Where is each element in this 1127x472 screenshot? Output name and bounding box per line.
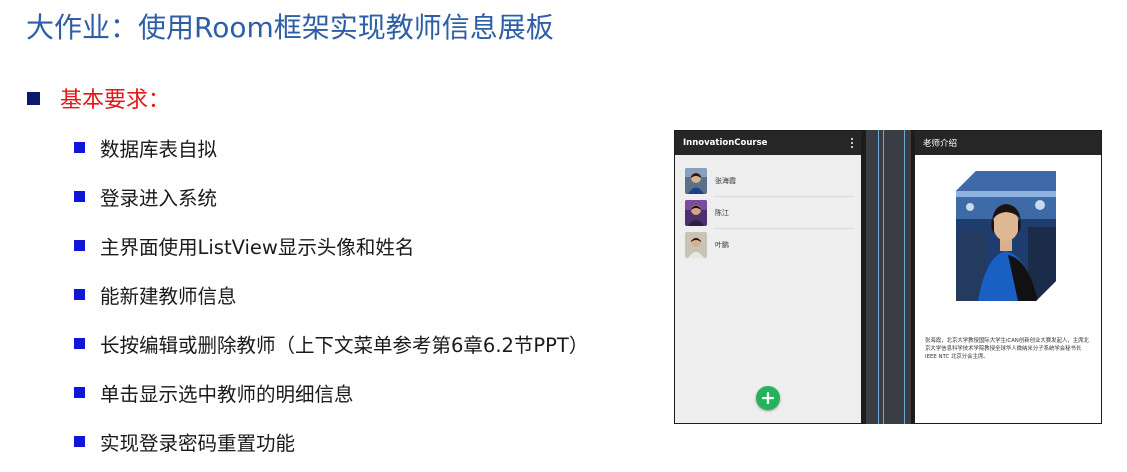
screen-divider [866, 130, 911, 424]
avatar [685, 200, 707, 226]
bullet-square-icon [74, 190, 85, 202]
requirements-list: 数据库表自拟 登录进入系统 主界面使用ListView显示头像和姓名 能新建教师… [74, 135, 588, 472]
list-item-text: 单击显示选中教师的明细信息 [100, 382, 354, 406]
teacher-name: 张海霞 [715, 177, 736, 185]
app-title: 老师介绍 [923, 139, 958, 149]
row-divider [715, 228, 853, 229]
row-divider [715, 196, 853, 197]
teacher-photo [956, 171, 1056, 301]
app-bar: InnovationCourse [675, 131, 861, 155]
bullet-square-icon [74, 435, 85, 447]
teacher-list-item[interactable]: 张海霞 [685, 166, 853, 197]
section-bullet-icon [27, 91, 40, 105]
teacher-name: 陈江 [715, 209, 729, 217]
section-heading: 基本要求： [27, 82, 170, 114]
avatar [685, 232, 707, 258]
bullet-square-icon [74, 239, 85, 251]
list-item: 实现登录密码重置功能 [74, 429, 588, 455]
teacher-list-item[interactable]: 陈江 [685, 198, 853, 229]
teacher-list-item[interactable]: 叶鹏 [685, 230, 853, 260]
app-screenshot: InnovationCourse 张海霞 陈江 叶鹏 + 老师介绍 张海霞，北京… [674, 130, 1102, 424]
app-title: InnovationCourse [683, 138, 768, 148]
bullet-square-icon [74, 386, 85, 398]
bullet-square-icon [74, 288, 85, 300]
list-item: 数据库表自拟 [74, 135, 588, 161]
teacher-name: 叶鹏 [715, 241, 729, 249]
list-item-text: 实现登录密码重置功能 [100, 431, 296, 455]
list-item: 登录进入系统 [74, 184, 588, 210]
list-item-text: 主界面使用ListView显示头像和姓名 [100, 235, 415, 259]
bullet-square-icon [74, 337, 85, 349]
bullet-square-icon [74, 141, 85, 153]
detail-screen: 老师介绍 张海霞，北京大学教授国际大学生iCAN创新创业大赛发起人，主席北京大学… [915, 131, 1101, 423]
teacher-bio: 张海霞，北京大学教授国际大学生iCAN创新创业大赛发起人，主席北京大学信息科学技… [925, 338, 1089, 360]
list-item-text: 长按编辑或删除教师（上下文菜单参考第6章6.2节PPT） [100, 333, 589, 357]
list-screen: InnovationCourse 张海霞 陈江 叶鹏 + [675, 131, 861, 423]
section-label: 基本要求： [60, 88, 171, 113]
list-item: 单击显示选中教师的明细信息 [74, 380, 588, 406]
add-teacher-button[interactable]: + [756, 386, 780, 410]
list-item-text: 能新建教师信息 [100, 284, 237, 308]
more-vert-icon[interactable] [851, 137, 853, 149]
app-bar: 老师介绍 [915, 131, 1101, 155]
list-item: 能新建教师信息 [74, 282, 588, 308]
list-item: 长按编辑或删除教师（上下文菜单参考第6章6.2节PPT） [74, 331, 589, 357]
list-item: 主界面使用ListView显示头像和姓名 [74, 233, 588, 259]
slide-title: 大作业：使用Room框架实现教师信息展板 [26, 11, 554, 44]
list-item-text: 数据库表自拟 [100, 137, 218, 161]
list-item-text: 登录进入系统 [100, 186, 218, 210]
avatar [685, 168, 707, 194]
